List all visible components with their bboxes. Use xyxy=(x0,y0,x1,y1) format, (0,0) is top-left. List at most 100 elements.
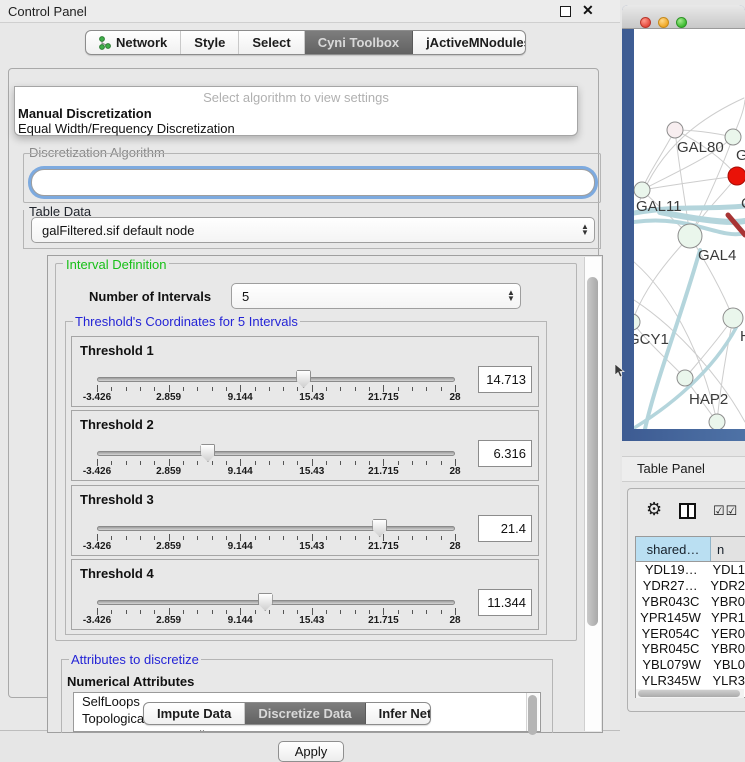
dropdown-option-manual-discretization[interactable]: Manual Discretization xyxy=(17,106,577,121)
threshold-1-value-field[interactable]: 14.713 xyxy=(478,366,532,393)
tick-mark xyxy=(355,610,356,614)
float-window-icon[interactable] xyxy=(560,6,571,17)
tick-label: 2.859 xyxy=(156,392,181,403)
attributes-list-scrollbar-thumb[interactable] xyxy=(528,695,537,735)
tick-mark xyxy=(455,385,456,392)
column-header-shared-name[interactable]: shared… xyxy=(636,537,711,561)
tick-mark xyxy=(326,461,327,465)
tick-mark xyxy=(169,534,170,541)
table-row[interactable]: YDR27…YDR2 xyxy=(636,578,745,594)
tab-impute-data[interactable]: Impute Data xyxy=(144,703,245,724)
network-node-c[interactable] xyxy=(728,167,745,185)
network-edge[interactable] xyxy=(675,130,733,137)
tab-cyni-toolbox[interactable]: Cyni Toolbox xyxy=(305,31,413,54)
apply-button[interactable]: Apply xyxy=(278,741,344,762)
threshold-3-slider-thumb[interactable] xyxy=(372,519,387,537)
network-canvas[interactable]: GAL80GCGAL11GAL4GCY1HHAP2 xyxy=(634,29,745,429)
close-icon[interactable]: ✕ xyxy=(582,2,594,19)
table-horizontal-scrollbar-thumb[interactable] xyxy=(638,690,740,697)
tab-label: Discretize Data xyxy=(258,706,351,721)
zoom-traffic-light-icon[interactable] xyxy=(676,17,687,28)
dropdown-option-equal-width-frequency[interactable]: Equal Width/Frequency Discretization xyxy=(17,121,577,136)
network-node-gal80[interactable] xyxy=(667,122,683,138)
gear-icon[interactable]: ⚙ xyxy=(646,499,662,520)
tick-mark xyxy=(154,461,155,465)
threshold-4-slider-track[interactable] xyxy=(97,600,455,605)
node-attribute-table[interactable]: shared… n YDL19…YDL1YDR27…YDR2YBR043CYBR… xyxy=(635,536,745,698)
tick-mark xyxy=(197,536,198,540)
threshold-1-slider-track[interactable] xyxy=(97,377,455,382)
algorithm-combobox[interactable] xyxy=(31,169,595,196)
tick-mark xyxy=(398,387,399,391)
tick-mark xyxy=(240,608,241,615)
network-node-g[interactable] xyxy=(725,129,741,145)
threshold-2-value-field[interactable]: 6.316 xyxy=(478,440,532,467)
table-row[interactable]: YBL079WYBL0 xyxy=(636,657,745,673)
tick-mark xyxy=(283,610,284,614)
network-node[interactable] xyxy=(709,414,725,429)
threshold-2-slider-track[interactable] xyxy=(97,451,455,456)
tab-network[interactable]: Network xyxy=(86,31,181,54)
threshold-4-slider-thumb[interactable] xyxy=(258,593,273,611)
network-node-gal11[interactable] xyxy=(634,182,650,198)
tick-mark xyxy=(369,536,370,540)
attribute-list-item[interactable]: BetweennessCentrality xyxy=(74,727,540,732)
tab-infer-network[interactable]: Infer Network xyxy=(366,703,431,724)
threshold-4-value-field[interactable]: 11.344 xyxy=(478,589,532,616)
table-data-combobox[interactable]: galFiltered.sif default node ▲▼ xyxy=(31,217,595,243)
checkbox-pair-icon[interactable]: ☑☑ xyxy=(713,503,738,519)
spinner-arrows-icon[interactable]: ▲▼ xyxy=(502,290,520,302)
tick-mark xyxy=(169,385,170,392)
table-row[interactable]: YDL19…YDL1 xyxy=(636,562,745,578)
tick-mark xyxy=(455,608,456,615)
tab-label: Cyni Toolbox xyxy=(318,35,399,50)
network-node-hap2[interactable] xyxy=(677,370,693,386)
tick-mark xyxy=(226,461,227,465)
tick-mark xyxy=(426,461,427,465)
column-header-name[interactable]: n xyxy=(711,537,745,561)
threshold-1-slider-thumb[interactable] xyxy=(296,370,311,388)
threshold-3-value-field[interactable]: 21.4 xyxy=(478,515,532,542)
control-panel-titlebar: Control Panel ✕ xyxy=(0,0,620,23)
tick-mark xyxy=(412,461,413,465)
threshold-3-slider-track[interactable] xyxy=(97,526,455,531)
tick-mark xyxy=(441,536,442,540)
close-traffic-light-icon[interactable] xyxy=(640,17,651,28)
table-row[interactable]: YER054CYER0 xyxy=(636,625,745,641)
tick-mark xyxy=(455,459,456,466)
panel-title: Control Panel xyxy=(8,4,87,19)
tick-mark xyxy=(340,536,341,540)
tab-select[interactable]: Select xyxy=(239,31,304,54)
tab-jactivemnodules[interactable]: jActiveMNodules xyxy=(413,31,526,54)
tab-discretize-data[interactable]: Discretize Data xyxy=(245,703,365,724)
network-node-gcy1[interactable] xyxy=(634,314,640,330)
tick-mark xyxy=(441,387,442,391)
tick-mark xyxy=(183,610,184,614)
columns-icon[interactable] xyxy=(679,503,696,519)
tick-label: 28 xyxy=(449,541,460,552)
tick-label: 9.144 xyxy=(228,541,253,552)
minimize-traffic-light-icon[interactable] xyxy=(658,17,669,28)
tick-mark xyxy=(197,387,198,391)
tab-label: Infer Network xyxy=(379,706,431,721)
network-node-gal4[interactable] xyxy=(678,224,702,248)
table-data-value: galFiltered.sif default node xyxy=(32,223,576,238)
number-of-intervals-spinner[interactable]: 5 ▲▼ xyxy=(231,283,521,309)
tick-mark xyxy=(340,461,341,465)
table-row[interactable]: YBR043CYBR0 xyxy=(636,594,745,610)
threshold-2-slider-thumb[interactable] xyxy=(200,444,215,462)
tick-mark xyxy=(297,461,298,465)
cell-name: YDR2 xyxy=(704,578,745,594)
tick-mark xyxy=(97,385,98,392)
tick-mark xyxy=(340,610,341,614)
table-row[interactable]: YLR345WYLR3 xyxy=(636,673,745,689)
network-node-h[interactable] xyxy=(723,308,743,328)
settings-scrollbar-thumb[interactable] xyxy=(587,277,598,626)
tick-mark xyxy=(255,610,256,614)
cell-name: YBL0 xyxy=(707,657,745,673)
cell-name: YBR0 xyxy=(705,594,745,610)
spinner-arrows-icon[interactable]: ▲▼ xyxy=(576,224,594,236)
table-row[interactable]: YBR045CYBR0 xyxy=(636,641,745,657)
tab-style[interactable]: Style xyxy=(181,31,239,54)
table-row[interactable]: YPR145WYPR1 xyxy=(636,609,745,625)
